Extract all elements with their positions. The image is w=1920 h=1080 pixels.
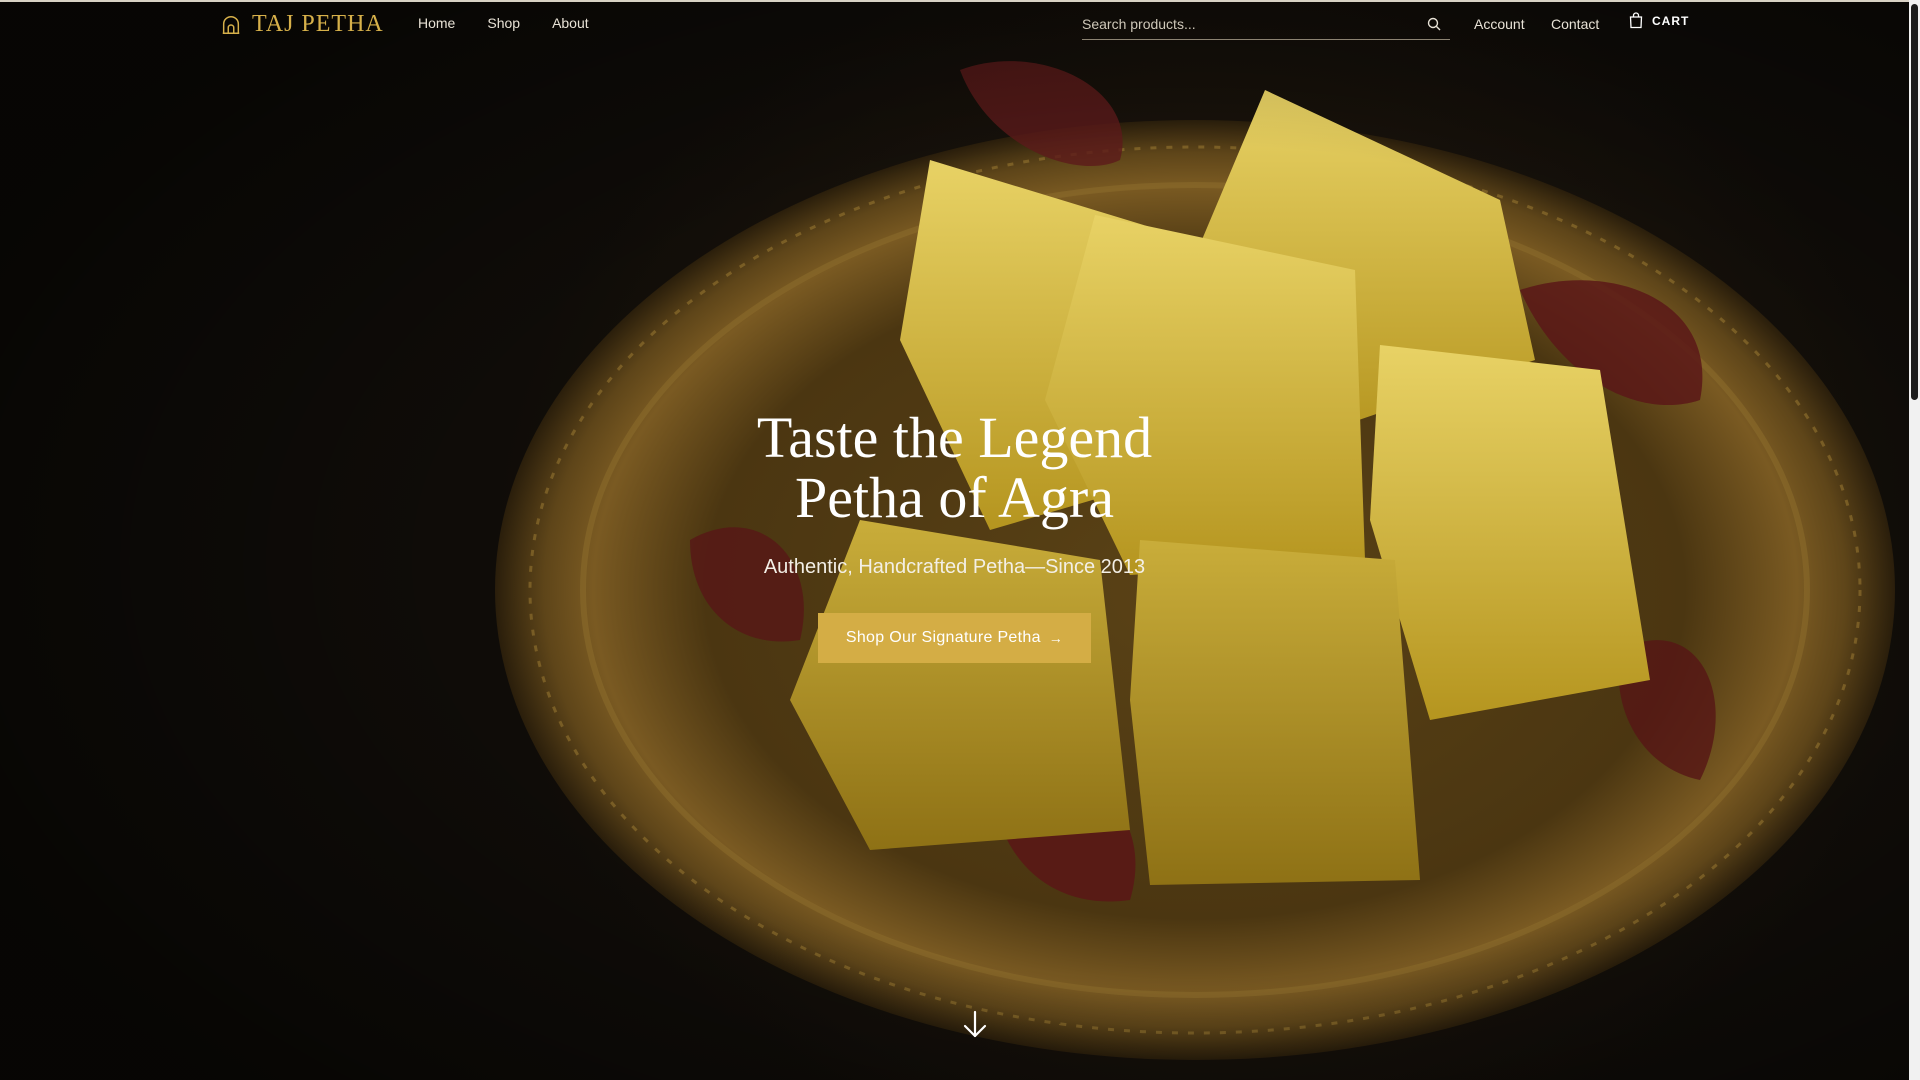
hero-headline-line-2: Petha of Agra [795,465,1114,530]
scrollbar-track[interactable] [1909,0,1920,1080]
temple-arch-icon [222,15,240,34]
cart-button[interactable]: CART [1628,12,1689,29]
shop-signature-petha-button[interactable]: Shop Our Signature Petha → [817,613,1092,663]
brand-name: TAJ PETHA [252,11,384,37]
contact-link[interactable]: Contact [1551,16,1599,32]
nav-item-home[interactable]: Home [418,15,455,31]
hero-headline: Taste the Legend Petha of Agra [0,408,1909,528]
top-navigation: TAJ PETHA Home Shop About Account Contac… [0,0,1909,48]
hero-subheadline: Authentic, Handcrafted Petha—Since 2013 [763,556,1146,578]
search-icon[interactable] [1426,16,1442,32]
account-link[interactable]: Account [1474,16,1525,32]
brand-logo[interactable]: TAJ PETHA [220,11,384,38]
search-input[interactable] [1082,12,1412,32]
nav-item-about[interactable]: About [552,15,589,31]
primary-nav: Home Shop About [418,15,589,31]
search-bar [1082,12,1450,40]
scrollbar-thumb[interactable] [1911,4,1918,400]
arrow-down-icon[interactable] [962,1010,988,1040]
shopping-bag-icon [1629,12,1643,29]
cta-label: Shop Our Signature Petha [845,629,1041,646]
nav-item-shop[interactable]: Shop [487,15,520,31]
cart-label: CART [1652,13,1690,28]
hero-content: Taste the Legend Petha of Agra Authentic… [0,408,1909,663]
hero-headline-line-1: Taste the Legend [756,405,1153,470]
arrow-right-icon: → [1048,630,1064,646]
